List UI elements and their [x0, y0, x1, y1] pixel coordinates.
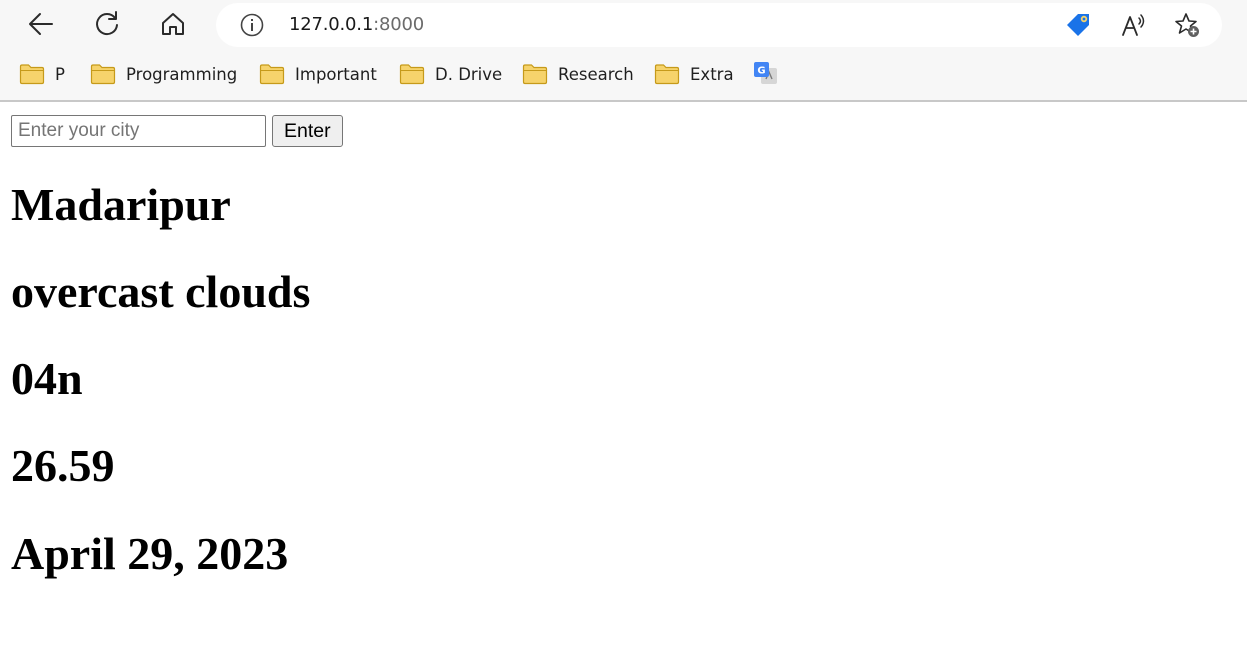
- browser-toolbar: 127.0.0.1:8000 P Programming Important D…: [0, 0, 1247, 102]
- folder-icon: [259, 64, 285, 85]
- site-info-icon[interactable]: [240, 13, 264, 37]
- back-arrow-icon: [29, 13, 53, 35]
- bookmark-d-drive[interactable]: D. Drive: [399, 61, 502, 87]
- folder-icon: [90, 64, 116, 85]
- weather-icon-code: 04n: [11, 353, 83, 404]
- shopping-tag-icon[interactable]: [1064, 11, 1092, 39]
- url-port: :8000: [373, 14, 424, 35]
- enter-button[interactable]: Enter: [272, 115, 343, 147]
- bookmark-programming[interactable]: Programming: [90, 61, 237, 87]
- bookmark-research[interactable]: Research: [522, 61, 634, 87]
- back-button[interactable]: [21, 6, 61, 42]
- google-translate-icon: G: [754, 62, 777, 84]
- city-input[interactable]: [11, 115, 266, 147]
- bookmark-label: D. Drive: [435, 64, 503, 84]
- weather-description: overcast clouds: [11, 266, 311, 317]
- city-name: Madaripur: [11, 179, 231, 230]
- home-icon: [162, 13, 184, 35]
- address-bar[interactable]: 127.0.0.1:8000: [216, 3, 1222, 47]
- bookmark-google-translate[interactable]: G: [753, 61, 779, 87]
- temperature: 26.59: [11, 440, 115, 491]
- folder-icon: [19, 64, 45, 85]
- address-url[interactable]: 127.0.0.1:8000: [289, 14, 424, 36]
- bookmark-label: Extra: [690, 64, 734, 84]
- bookmark-label: Research: [558, 64, 634, 84]
- read-aloud-icon[interactable]: [1119, 11, 1147, 39]
- refresh-icon: [96, 11, 118, 36]
- bookmark-label: Important: [295, 64, 377, 84]
- add-favorite-icon[interactable]: [1173, 11, 1201, 39]
- url-host: 127.0.0.1: [289, 14, 374, 35]
- home-button[interactable]: [153, 6, 193, 42]
- bookmarks-bar: P Programming Important D. Drive Researc…: [0, 55, 1247, 93]
- page-content: Enter Madaripur overcast clouds 04n 26.5…: [0, 102, 1247, 595]
- date: April 29, 2023: [11, 528, 289, 579]
- bookmark-important[interactable]: Important: [259, 61, 377, 87]
- city-search-form: Enter: [11, 115, 1236, 147]
- bookmark-extra[interactable]: Extra: [654, 61, 734, 87]
- bookmark-p[interactable]: P: [19, 61, 65, 87]
- bookmark-label: P: [55, 64, 65, 84]
- folder-icon: [399, 64, 425, 85]
- folder-icon: [654, 64, 680, 85]
- folder-icon: [522, 64, 548, 85]
- bookmark-label: Programming: [126, 64, 238, 84]
- svg-text:G: G: [757, 66, 765, 77]
- refresh-button[interactable]: [87, 6, 127, 42]
